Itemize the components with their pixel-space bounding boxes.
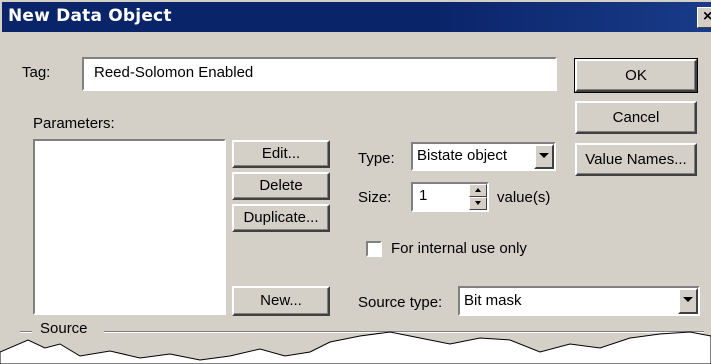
delete-button[interactable]: Delete <box>232 172 330 200</box>
close-button[interactable]: × <box>697 7 711 28</box>
parameters-list[interactable] <box>33 139 226 315</box>
edit-button[interactable]: Edit... <box>232 140 330 168</box>
size-increment-button[interactable] <box>469 184 487 197</box>
delete-button-label: Delete <box>259 177 303 194</box>
internal-use-label[interactable]: For internal use only <box>391 240 527 257</box>
size-unit: value(s) <box>497 189 551 206</box>
chevron-down-icon <box>539 153 549 158</box>
source-type-select[interactable]: Bit mask <box>458 286 700 316</box>
source-type-dropdown-arrow[interactable] <box>678 288 698 314</box>
ok-button-label: OK <box>625 67 647 84</box>
duplicate-button[interactable]: Duplicate... <box>232 204 330 232</box>
type-dropdown-arrow[interactable] <box>534 144 554 169</box>
tag-label: Tag: <box>22 64 50 81</box>
type-label: Type: <box>358 150 395 167</box>
title-bar[interactable]: New Data Object × <box>2 2 711 32</box>
value-names-button[interactable]: Value Names... <box>575 143 697 176</box>
source-type-label: Source type: <box>358 294 443 311</box>
tag-label-text: Tag: <box>22 64 51 81</box>
ok-button[interactable]: OK <box>574 58 698 93</box>
internal-use-checkbox[interactable] <box>366 241 382 257</box>
type-select[interactable]: Bistate object <box>411 142 556 171</box>
chevron-down-icon <box>683 297 693 302</box>
parameters-label: Parameters: <box>33 115 115 132</box>
type-select-value: Bistate object <box>417 147 508 164</box>
new-data-object-dialog: New Data Object × Tag: Reed-Solomon Enab… <box>0 0 711 364</box>
size-decrement-button[interactable] <box>469 197 487 210</box>
value-names-button-label: Value Names... <box>585 151 687 168</box>
arrow-down-icon <box>475 201 481 205</box>
cancel-button[interactable]: Cancel <box>575 101 697 134</box>
torn-edge-decoration <box>0 331 711 364</box>
window-title: New Data Object <box>8 6 172 26</box>
new-button[interactable]: New... <box>232 286 330 316</box>
size-input-value: 1 <box>419 187 428 204</box>
tag-input-value: Reed-Solomon Enabled <box>94 64 254 81</box>
size-label: Size: <box>358 189 392 206</box>
tag-input[interactable]: Reed-Solomon Enabled <box>82 57 557 91</box>
size-stepper[interactable] <box>469 184 487 210</box>
new-button-label: New... <box>260 292 302 309</box>
arrow-up-icon <box>475 188 481 192</box>
source-type-value: Bit mask <box>464 292 522 309</box>
size-input[interactable]: 1 <box>411 182 489 212</box>
close-icon: × <box>703 8 711 25</box>
edit-button-label: Edit... <box>261 145 301 162</box>
duplicate-button-label: Duplicate... <box>243 209 319 226</box>
cancel-button-label: Cancel <box>612 109 660 126</box>
